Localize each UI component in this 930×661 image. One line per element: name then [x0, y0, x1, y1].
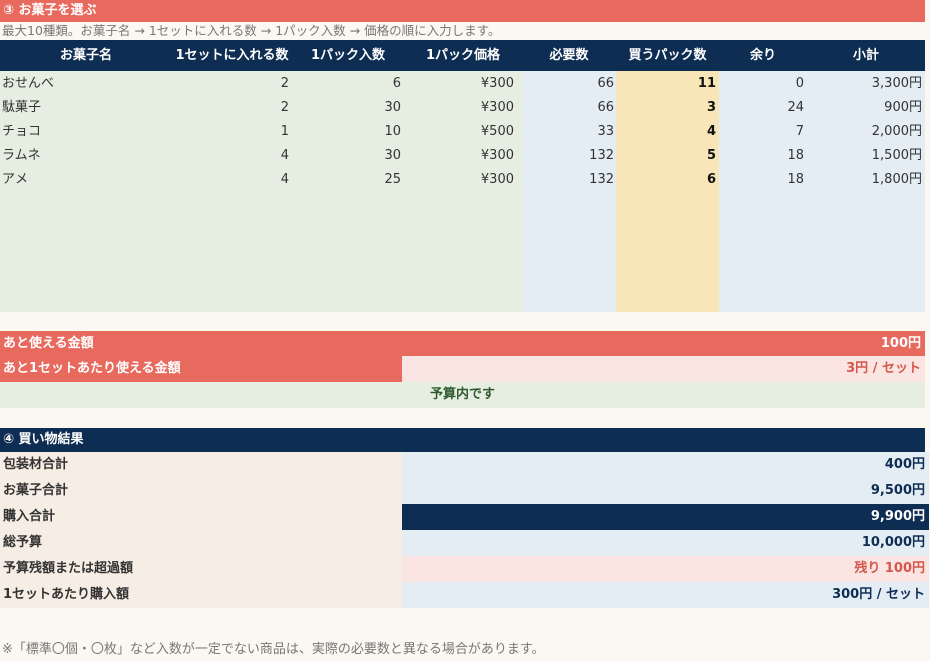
cell-name[interactable]: 駄菓子 [2, 96, 170, 120]
cell-required: 33 [597, 124, 614, 139]
remaining-budget-value: 100円 [880, 336, 921, 351]
cell-per-set[interactable]: 4 [172, 168, 289, 192]
cell-required: 132 [589, 148, 614, 163]
cell-pack-count[interactable]: 25 [292, 168, 401, 192]
cell-packs-to-buy: 3 [706, 100, 716, 115]
section3-title: ③ お菓子を選ぶ [0, 0, 925, 22]
cell-name[interactable]: アメ [2, 168, 170, 192]
cell-packs-to-buy: 6 [706, 172, 716, 187]
cell-pack-count[interactable]: 30 [292, 144, 401, 168]
cell-subtotal: 3,300円 [871, 76, 922, 91]
col-header-packs-to-buy: 買うパック数 [628, 48, 707, 63]
summary-row-balance: 予算残額または超過額 残り 100円 [0, 556, 929, 582]
col-header-leftover: 余り [749, 48, 776, 63]
col-header-per-set: 1セットに入れる数 [175, 48, 289, 63]
section4-title: ④ 買い物結果 [0, 428, 925, 452]
per-set-budget-row: あと1セットあたり使える金額 3円 / セット [0, 356, 925, 382]
purchase-total-label: 購入合計 [0, 504, 405, 530]
total-budget-value: 10,000円 [402, 530, 929, 556]
footnote: ※「標準〇個・〇枚」など入数が一定でない商品は、実際の必要数と異なる場合がありま… [2, 642, 545, 657]
snacks-total-value: 9,500円 [402, 478, 929, 504]
packaging-total-value: 400円 [402, 452, 929, 478]
cell-leftover: 24 [787, 100, 804, 115]
snack-table-header: お菓子名 1セットに入れる数 1パック入数 1パック価格 必要数 買うパック数 … [0, 40, 925, 71]
cell-required: 132 [589, 172, 614, 187]
summary-row-purchase: 購入合計 9,900円 [0, 504, 929, 530]
total-budget-label: 総予算 [0, 530, 405, 556]
cell-per-set[interactable]: 4 [172, 144, 289, 168]
cell-per-set[interactable]: 2 [172, 72, 289, 96]
cell-subtotal: 1,500円 [871, 148, 922, 163]
cell-subtotal: 900円 [884, 100, 922, 115]
section3-note: 最大10種類。お菓子名 → 1セットに入れる数 → 1パック入数 → 価格の順に… [2, 23, 501, 38]
snacks-total-label: お菓子合計 [0, 478, 405, 504]
cell-pack-count[interactable]: 6 [292, 72, 401, 96]
cell-pack-price[interactable]: ¥300 [404, 96, 514, 120]
cell-per-set[interactable]: 2 [172, 96, 289, 120]
cell-pack-price[interactable]: ¥300 [404, 72, 514, 96]
per-set-budget-value: 3円 / セット [402, 356, 925, 382]
remaining-budget-row: あと使える金額 100円 [0, 331, 925, 356]
table-row: おせんべ 2 6 ¥300 66 11 0 3,300円 [0, 72, 925, 96]
cell-subtotal: 2,000円 [871, 124, 922, 139]
remaining-budget-label: あと使える金額 [3, 336, 94, 351]
per-set-budget-label: あと1セットあたり使える金額 [0, 356, 402, 382]
cell-name[interactable]: ラムネ [2, 144, 170, 168]
cell-leftover: 7 [795, 124, 804, 139]
cell-leftover: 18 [787, 148, 804, 163]
cell-name[interactable]: チョコ [2, 120, 170, 144]
cell-pack-count[interactable]: 10 [292, 120, 401, 144]
cell-leftover: 0 [795, 76, 804, 91]
cell-pack-count[interactable]: 30 [292, 96, 401, 120]
cell-pack-price[interactable]: ¥300 [404, 144, 514, 168]
cell-subtotal: 1,800円 [871, 172, 922, 187]
cell-leftover: 18 [787, 172, 804, 187]
per-set-cost-label: 1セットあたり購入額 [0, 582, 405, 608]
cell-required: 66 [597, 100, 614, 115]
cell-name[interactable]: おせんべ [2, 72, 170, 96]
table-row: 駄菓子 2 30 ¥300 66 3 24 900円 [0, 96, 925, 120]
budget-balance-label: 予算残額または超過額 [0, 556, 405, 582]
per-set-cost-value: 300円 / セット [402, 582, 929, 608]
purchase-total-value: 9,900円 [402, 504, 929, 530]
col-header-pack-price: 1パック価格 [425, 48, 501, 63]
summary-row-packaging: 包装材合計 400円 [0, 452, 929, 478]
snack-table-body: おせんべ 2 6 ¥300 66 11 0 3,300円 駄菓子 2 30 ¥3… [0, 71, 925, 312]
cell-pack-price[interactable]: ¥300 [404, 168, 514, 192]
col-header-name: お菓子名 [59, 48, 112, 63]
summary-row-snacks: お菓子合計 9,500円 [0, 478, 929, 504]
col-header-pack-count: 1パック入数 [310, 48, 386, 63]
cell-per-set[interactable]: 1 [172, 120, 289, 144]
cell-packs-to-buy: 11 [697, 76, 716, 91]
cell-packs-to-buy: 4 [706, 124, 716, 139]
cell-required: 66 [597, 76, 614, 91]
budget-balance-value: 残り 100円 [402, 556, 929, 582]
col-header-subtotal: 小計 [852, 48, 879, 63]
table-row: アメ 4 25 ¥300 132 6 18 1,800円 [0, 168, 925, 192]
table-row: ラムネ 4 30 ¥300 132 5 18 1,500円 [0, 144, 925, 168]
budget-status: 予算内です [0, 382, 925, 408]
col-header-required: 必要数 [549, 48, 589, 63]
packaging-total-label: 包装材合計 [0, 452, 405, 478]
cell-pack-price[interactable]: ¥500 [404, 120, 514, 144]
table-row: チョコ 1 10 ¥500 33 4 7 2,000円 [0, 120, 925, 144]
summary-row-budget: 総予算 10,000円 [0, 530, 929, 556]
summary-row-per-set: 1セットあたり購入額 300円 / セット [0, 582, 929, 608]
cell-packs-to-buy: 5 [706, 148, 716, 163]
